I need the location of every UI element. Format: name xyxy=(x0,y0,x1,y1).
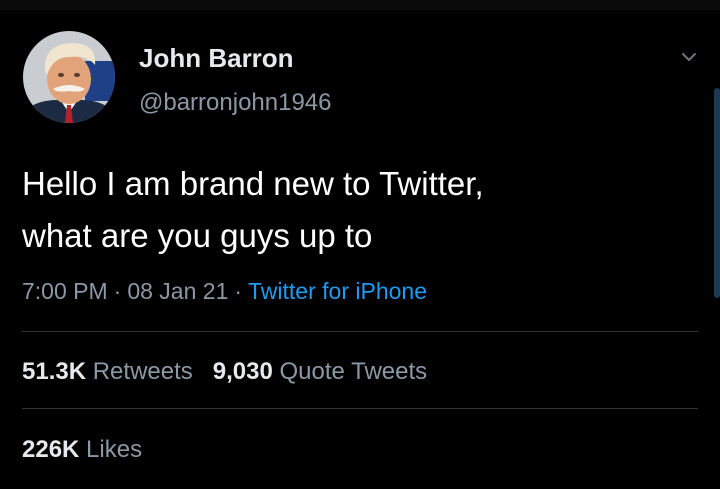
divider xyxy=(22,331,698,332)
meta-separator: · xyxy=(234,278,243,304)
retweets-label: Retweets xyxy=(92,358,193,385)
likes-stats: 226K Likes xyxy=(22,435,142,465)
likes-count: 226K xyxy=(22,436,80,463)
retweets-count: 51.3K xyxy=(22,358,87,385)
author-handle[interactable]: @barronjohn1946 xyxy=(139,88,332,118)
retweets-stat[interactable]: 51.3K Retweets xyxy=(22,358,193,385)
tweet-text: Hello I am brand new to Twitter, what ar… xyxy=(22,158,692,262)
retweet-quote-stats: 51.3K Retweets 9,030 Quote Tweets xyxy=(22,357,427,387)
tweet-source-link[interactable]: Twitter for iPhone xyxy=(248,278,427,304)
profile-photo-icon xyxy=(23,31,115,123)
divider xyxy=(22,408,698,409)
tweet-text-line: what are you guys up to xyxy=(22,217,373,254)
quote-tweets-stat[interactable]: 9,030 Quote Tweets xyxy=(213,358,427,385)
likes-label: Likes xyxy=(86,436,143,463)
tweet-meta: 7:00 PM · 08 Jan 21 · Twitter for iPhone xyxy=(22,276,427,306)
chevron-down-icon[interactable] xyxy=(676,44,702,70)
likes-stat[interactable]: 226K Likes xyxy=(22,436,142,463)
meta-separator: · xyxy=(113,278,122,304)
quote-tweets-label: Quote Tweets xyxy=(279,358,428,385)
top-edge xyxy=(0,0,720,10)
tweet-time[interactable]: 7:00 PM xyxy=(22,278,108,304)
author-avatar[interactable] xyxy=(23,31,115,123)
tweet-text-line: Hello I am brand new to Twitter, xyxy=(22,165,484,202)
scrollbar[interactable] xyxy=(714,88,720,298)
quote-tweets-count: 9,030 xyxy=(212,358,273,385)
author-display-name[interactable]: John Barron xyxy=(139,42,294,74)
tweet-date[interactable]: 08 Jan 21 xyxy=(127,278,228,304)
